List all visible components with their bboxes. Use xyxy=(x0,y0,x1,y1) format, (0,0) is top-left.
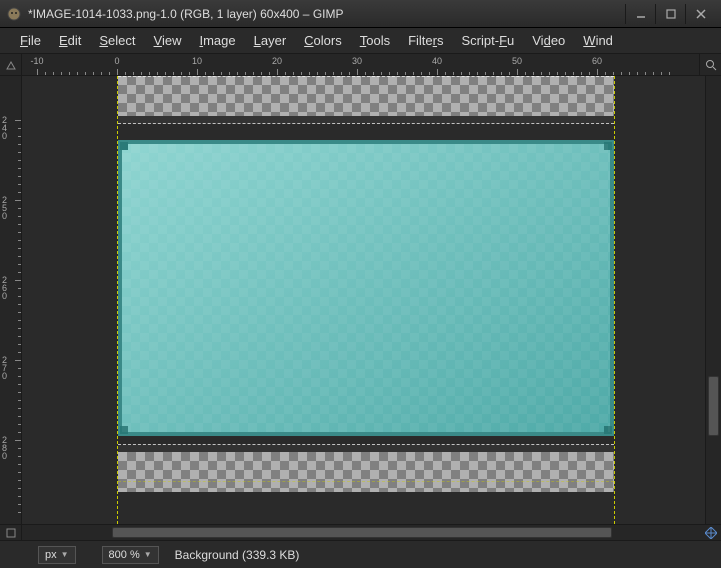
chevron-down-icon: ▼ xyxy=(61,550,69,559)
ruler-tick: -10 xyxy=(30,56,43,66)
ruler-tick: 240 xyxy=(2,116,16,140)
ruler-vertical[interactable]: 240 250 260 270 280 xyxy=(0,76,22,524)
statusbar: px ▼ 800 % ▼ Background (339.3 KB) xyxy=(0,540,721,568)
menu-filters[interactable]: Filters xyxy=(402,30,449,51)
scrollbar-thumb[interactable] xyxy=(112,527,612,538)
maximize-button[interactable] xyxy=(655,4,685,24)
ruler-origin-toggle[interactable] xyxy=(0,54,22,76)
chevron-down-icon: ▼ xyxy=(144,550,152,559)
menu-colors[interactable]: Colors xyxy=(298,30,348,51)
selection-marching-ants xyxy=(118,76,614,124)
minimize-button[interactable] xyxy=(625,4,655,24)
window-titlebar: *IMAGE-1014-1033.png-1.0 (RGB, 1 layer) … xyxy=(0,0,721,28)
menu-view[interactable]: View xyxy=(148,30,188,51)
menu-scriptfu[interactable]: Script-Fu xyxy=(456,30,521,51)
canvas[interactable] xyxy=(22,76,705,524)
close-button[interactable] xyxy=(685,4,715,24)
selection-handle[interactable] xyxy=(604,142,612,150)
canvas-boundary xyxy=(118,481,614,482)
ruler-tick: 280 xyxy=(2,436,16,460)
scrollbar-row xyxy=(0,524,721,540)
scrollbar-horizontal[interactable] xyxy=(22,525,701,540)
transparency-checker xyxy=(118,452,614,492)
scrollbar-vertical[interactable] xyxy=(705,76,721,524)
window-title: *IMAGE-1014-1033.png-1.0 (RGB, 1 layer) … xyxy=(28,7,625,21)
menu-window[interactable]: Wind xyxy=(577,30,619,51)
ruler-tick: 60 xyxy=(592,56,602,66)
unit-value: px xyxy=(45,549,57,561)
unit-selector[interactable]: px ▼ xyxy=(38,546,76,564)
app-icon xyxy=(6,6,22,22)
ruler-tick: 10 xyxy=(192,56,202,66)
menu-select[interactable]: Select xyxy=(93,30,141,51)
ruler-row: -10 0 10 20 30 40 50 60 xyxy=(0,54,721,76)
menu-edit[interactable]: Edit xyxy=(53,30,87,51)
selection-handle[interactable] xyxy=(120,142,128,150)
ruler-tick: 270 xyxy=(2,356,16,380)
navigate-icon[interactable] xyxy=(701,525,721,540)
ruler-tick: 20 xyxy=(272,56,282,66)
ruler-tick: 260 xyxy=(2,276,16,300)
menubar: File Edit Select View Image Layer Colors… xyxy=(0,28,721,54)
ruler-tick: 40 xyxy=(432,56,442,66)
canvas-page xyxy=(117,76,615,524)
menu-tools[interactable]: Tools xyxy=(354,30,396,51)
quickmask-toggle[interactable] xyxy=(0,525,22,540)
menu-layer[interactable]: Layer xyxy=(248,30,293,51)
ruler-tick: 250 xyxy=(2,196,16,220)
layer-content xyxy=(118,140,614,436)
ruler-tick: 0 xyxy=(114,56,119,66)
zoom-value: 800 % xyxy=(109,549,140,561)
menu-file[interactable]: File xyxy=(14,30,47,51)
ruler-horizontal[interactable]: -10 0 10 20 30 40 50 60 xyxy=(22,54,699,75)
active-layer-info: Background (339.3 KB) xyxy=(167,548,711,562)
scrollbar-thumb[interactable] xyxy=(708,376,719,436)
menu-video[interactable]: Video xyxy=(526,30,571,51)
selection-handle[interactable] xyxy=(120,426,128,434)
selection-handle[interactable] xyxy=(604,426,612,434)
zoom-selector[interactable]: 800 % ▼ xyxy=(102,546,159,564)
menu-image[interactable]: Image xyxy=(193,30,241,51)
zoom-button[interactable] xyxy=(699,54,721,75)
ruler-tick: 30 xyxy=(352,56,362,66)
ruler-tick: 50 xyxy=(512,56,522,66)
